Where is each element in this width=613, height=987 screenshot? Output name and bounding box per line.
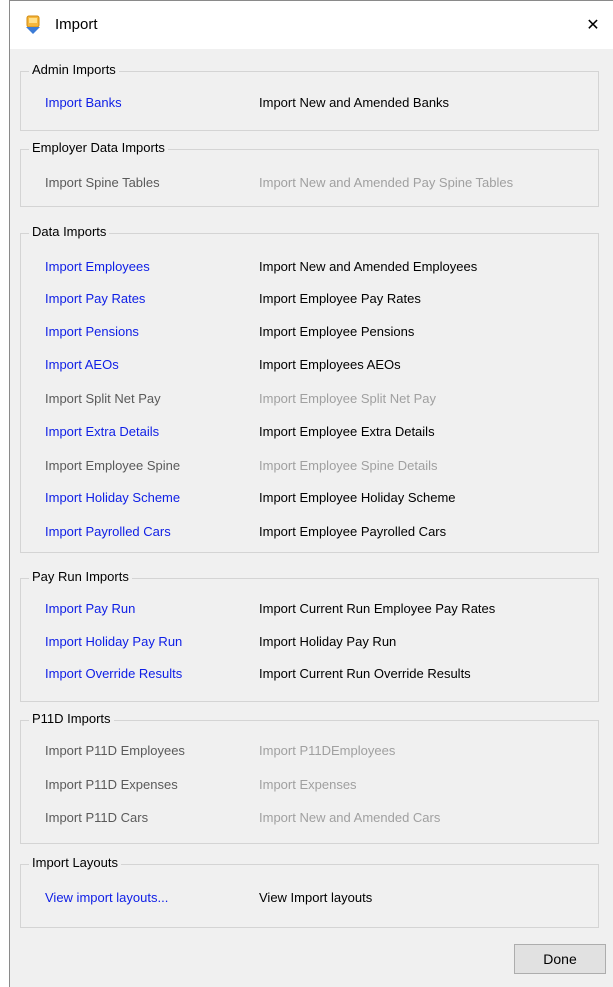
import-employees-desc: Import New and Amended Employees [259, 259, 478, 274]
close-button[interactable]: ✕ [573, 9, 613, 41]
done-button[interactable]: Done [514, 944, 606, 974]
import-extra-details-desc: Import Employee Extra Details [259, 424, 435, 439]
import-override-results-desc: Import Current Run Override Results [259, 666, 471, 681]
import-banks-link[interactable]: Import Banks [45, 95, 122, 110]
title-bar: Import ✕ [10, 1, 613, 49]
import-employee-spine-desc: Import Employee Spine Details [259, 458, 438, 473]
import-pay-run-link[interactable]: Import Pay Run [45, 601, 135, 616]
app-icon [24, 15, 42, 35]
import-banks-desc: Import New and Amended Banks [259, 95, 450, 110]
view-import-layouts-link[interactable]: View import layouts... [45, 890, 168, 905]
group-legend: Import Layouts [29, 855, 121, 870]
group-legend: Data Imports [29, 224, 110, 239]
import-p11d-cars-link: Import P11D Cars [45, 810, 149, 825]
import-pensions-link[interactable]: Import Pensions [45, 324, 139, 339]
list-item: Import Split Net Pay Import Employee Spl… [21, 391, 598, 411]
list-item: Import AEOs Import Employees AEOs [21, 357, 598, 377]
import-pay-rates-desc: Import Employee Pay Rates [259, 291, 421, 306]
list-item: Import Payrolled Cars Import Employee Pa… [21, 524, 598, 544]
import-spine-tables-desc: Import New and Amended Pay Spine Tables [259, 175, 514, 190]
import-pay-rates-link[interactable]: Import Pay Rates [45, 291, 145, 306]
import-holiday-scheme-link[interactable]: Import Holiday Scheme [45, 490, 180, 505]
import-payrolled-cars-link[interactable]: Import Payrolled Cars [45, 524, 171, 539]
import-split-net-pay-link: Import Split Net Pay [45, 391, 161, 406]
import-p11d-expenses-link: Import P11D Expenses [45, 777, 178, 792]
group-legend: Employer Data Imports [29, 140, 168, 155]
list-item: Import Holiday Pay Run Import Holiday Pa… [21, 634, 598, 654]
list-item: Import Pay Rates Import Employee Pay Rat… [21, 291, 598, 311]
list-item: Import P11D Employees Import P11DEmploye… [21, 743, 598, 763]
import-spine-tables-link: Import Spine Tables [45, 175, 160, 190]
group-data-imports: Data Imports Import Employees Import New… [20, 224, 599, 553]
import-employee-spine-link: Import Employee Spine [45, 458, 181, 473]
window-title: Import [55, 16, 98, 33]
close-icon: ✕ [586, 17, 600, 34]
list-item: Import Banks Import New and Amended Bank… [21, 95, 598, 115]
group-legend: Pay Run Imports [29, 569, 132, 584]
import-holiday-pay-run-desc: Import Holiday Pay Run [259, 634, 397, 649]
list-item: Import P11D Cars Import New and Amended … [21, 810, 598, 830]
group-p11d-imports: P11D Imports Import P11D Employees Impor… [20, 711, 599, 844]
import-aeos-desc: Import Employees AEOs [259, 357, 401, 372]
import-employees-link[interactable]: Import Employees [45, 259, 150, 274]
list-item: View import layouts... View Import layou… [21, 890, 598, 910]
list-item: Import Pay Run Import Current Run Employ… [21, 601, 598, 621]
import-p11d-employees-desc: Import P11DEmployees [259, 743, 396, 758]
list-item: Import Employees Import New and Amended … [21, 259, 598, 279]
import-aeos-link[interactable]: Import AEOs [45, 357, 119, 372]
import-pensions-desc: Import Employee Pensions [259, 324, 415, 339]
import-holiday-pay-run-link[interactable]: Import Holiday Pay Run [45, 634, 182, 649]
group-admin-imports: Admin Imports Import Banks Import New an… [20, 62, 599, 131]
import-p11d-employees-link: Import P11D Employees [45, 743, 185, 758]
group-import-layouts: Import Layouts View import layouts... Vi… [20, 855, 599, 928]
view-import-layouts-desc: View Import layouts [259, 890, 373, 905]
list-item: Import Pensions Import Employee Pensions [21, 324, 598, 344]
import-p11d-expenses-desc: Import Expenses [259, 777, 357, 792]
import-extra-details-link[interactable]: Import Extra Details [45, 424, 159, 439]
import-pay-run-desc: Import Current Run Employee Pay Rates [259, 601, 496, 616]
group-employer-data-imports: Employer Data Imports Import Spine Table… [20, 140, 599, 207]
import-payrolled-cars-desc: Import Employee Payrolled Cars [259, 524, 447, 539]
import-split-net-pay-desc: Import Employee Split Net Pay [259, 391, 437, 406]
list-item: Import Override Results Import Current R… [21, 666, 598, 686]
list-item: Import Holiday Scheme Import Employee Ho… [21, 490, 598, 510]
import-holiday-scheme-desc: Import Employee Holiday Scheme [259, 490, 456, 505]
list-item: Import P11D Expenses Import Expenses [21, 777, 598, 797]
import-override-results-link[interactable]: Import Override Results [45, 666, 182, 681]
group-legend: P11D Imports [29, 711, 114, 726]
list-item: Import Employee Spine Import Employee Sp… [21, 458, 598, 478]
list-item: Import Extra Details Import Employee Ext… [21, 424, 598, 444]
list-item: Import Spine Tables Import New and Amend… [21, 175, 598, 195]
import-dialog: Import ✕ Admin Imports Import Banks Impo… [9, 0, 613, 987]
import-p11d-cars-desc: Import New and Amended Cars [259, 810, 441, 825]
group-pay-run-imports: Pay Run Imports Import Pay Run Import Cu… [20, 569, 599, 702]
group-legend: Admin Imports [29, 62, 119, 77]
